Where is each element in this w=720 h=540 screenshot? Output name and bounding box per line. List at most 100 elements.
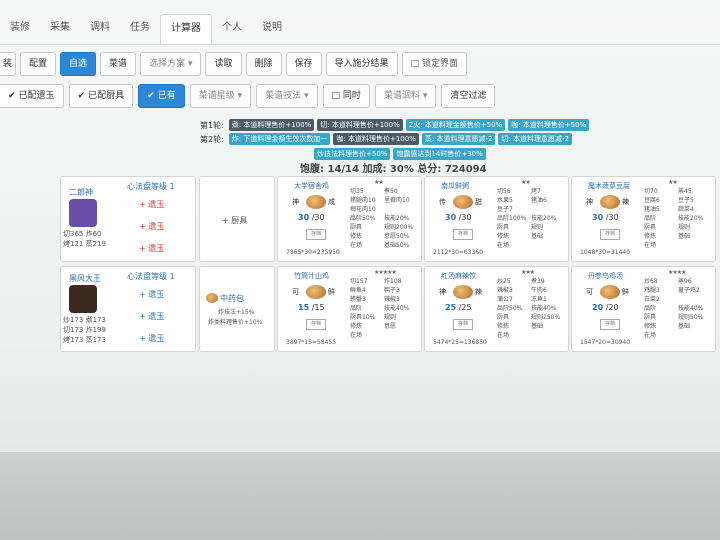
rule-chip: 咖: 本道料理售价+50% [508, 119, 590, 131]
technique-select[interactable]: 菜谱技法 ▾ [256, 84, 318, 108]
dish-details-left: 炒68 鸡腿3 白菜2 品阶 厨具 修炼 在场 [644, 278, 660, 339]
dish-quantity[interactable]: 30 /30 [445, 213, 472, 222]
monitor-bezel [0, 452, 720, 540]
star-select-label: 菜谱星级 [198, 91, 235, 101]
dish-stars: ★★ [374, 179, 384, 186]
rule-chip: 咖: 本道料理售价+100% [333, 133, 419, 145]
flavor-label: 传 [439, 198, 446, 206]
add-jade-button[interactable]: + 遗玉 [139, 221, 164, 232]
dish-quantity[interactable]: 30 /30 [592, 213, 619, 222]
save-dish-box[interactable]: 存档 [306, 229, 326, 240]
simultaneous-button[interactable]: □ 同时 [322, 84, 370, 108]
save-dish-box[interactable]: 存档 [306, 319, 326, 330]
dish-icon [306, 285, 326, 299]
dish-stars: ★★★★★ [374, 269, 397, 276]
dish-card[interactable]: 丹参乌鸡汤 ★★★★ 可 鲜 20 /20 存档 1547*20=30940 炒… [571, 266, 716, 352]
qty-max: /15 [311, 303, 325, 312]
clear-filter-button[interactable]: 清空过滤 [441, 84, 496, 108]
dish-name: 南瓜鲜粥 [441, 182, 469, 190]
config-button[interactable]: 配置 [20, 52, 57, 76]
add-jade-button[interactable]: + 遗玉 [139, 333, 164, 344]
stat-line: 切173 炸199 [63, 326, 106, 334]
dish-details-left: 切35 猪腿肉10 梅花肉10 品阶50% 厨具 修炼 在场 [350, 188, 376, 249]
lock-ui-button[interactable]: □ 锁定界面 [401, 52, 467, 76]
dish-quantity[interactable]: 25 /25 [445, 303, 472, 312]
filter-owned-button[interactable]: ✔ 已有 [138, 84, 185, 108]
round-1: 第1轮: 煮: 本道料理售价+100% 切: 本道料理售价+100% 2火: 本… [200, 119, 590, 131]
dish-details-left: 切56 水果5 豆子7 品阶100% 厨具 修炼 在场 [497, 188, 527, 249]
dish-quantity[interactable]: 15 /15 [298, 303, 325, 312]
seasoning-select[interactable]: 菜谱调料 ▾ [374, 84, 437, 108]
dish-details-left: 炒25 辣椒3 蒲公7 品阶50% 厨具 修炼 在场 [497, 278, 523, 339]
seasoning-select-label: 菜谱调料 [383, 91, 420, 101]
dish-quantity[interactable]: 20 /20 [592, 303, 619, 312]
dish-card[interactable]: 魔术蔬菜豆腐 ★★ 神 辣 30 /30 存档 1048*30=31440 切7… [571, 176, 716, 262]
dish-total: 5474*25=136850 [433, 339, 487, 346]
round-label: 第2轮: [200, 134, 224, 144]
add-jade-button[interactable]: + 遗玉 [139, 289, 164, 300]
equip-name: 中药包 [220, 294, 244, 303]
dish-stars: ★★★ [521, 269, 535, 276]
dish-total: 2112*30=63360 [433, 249, 484, 256]
save-dish-box[interactable]: 存档 [453, 319, 473, 330]
chef-card[interactable]: 黑风大王 炒173 煮173 切173 炸199 烤173 蒸173 心法盘等级… [60, 266, 196, 352]
save-dish-box[interactable]: 存档 [600, 229, 620, 240]
dish-quantity[interactable]: 30 /30 [298, 213, 325, 222]
toolbar-filters: ✔ 已配遗玉 ✔ 已配厨具 ✔ 已有 菜谱星级 ▾ 菜谱技法 ▾ □ 同时 菜谱调料 … [0, 84, 496, 108]
tab-tasks[interactable]: 任务 [120, 14, 160, 44]
dish-card[interactable]: 南瓜鲜粥 ★★ 传 甜 30 /30 存档 2112*30=63360 切56 … [424, 176, 569, 262]
dish-card[interactable]: 竹筒汁山鸡 ★★★★★ 可 鲜 15 /15 存档 3897*15=58455 … [277, 266, 422, 352]
add-jade-button[interactable]: + 遗玉 [139, 243, 164, 254]
qty-max: /30 [605, 213, 619, 222]
qty-value: 25 [445, 303, 457, 312]
import-button[interactable]: 导入施分结果 [325, 52, 398, 76]
load-button[interactable]: 读取 [205, 52, 242, 76]
stat-line: 烤121 蒸219 [63, 240, 106, 248]
skill-level: 心法盘等级 1 [127, 272, 175, 281]
chef-card[interactable]: 二郎神 切365 炸60 烤121 蒸219 心法盘等级 1 + 遗玉 + 遗玉… [60, 176, 196, 262]
add-jade-button[interactable]: + 遗玉 [139, 199, 164, 210]
rule-chip: 煮: 本道料理售价+100% [228, 119, 315, 131]
dish-card[interactable]: 大学宿舍鸡 ★★ 神 咸 30 /30 存档 7865*30=235950 切3… [277, 176, 422, 262]
recipe-button[interactable]: 菜谱 [100, 52, 137, 76]
equip-card[interactable]: 中药包 炸技法+15% 炸类料理售价+10% [199, 266, 275, 352]
stat-line: 炒173 煮173 [63, 316, 106, 324]
tab-seasoning[interactable]: 调料 [80, 14, 120, 44]
checkbox-icon: □ [331, 91, 341, 101]
filter-jade-button[interactable]: ✔ 已配遗玉 [0, 84, 64, 108]
save-dish-box[interactable]: 存档 [453, 229, 473, 240]
save-button[interactable]: 保存 [285, 52, 322, 76]
dish-icon [453, 285, 473, 299]
qty-value: 20 [592, 303, 604, 312]
chevron-down-icon: ▾ [422, 91, 428, 101]
tab-gather[interactable]: 采集 [40, 14, 80, 44]
chevron-down-icon: ▾ [187, 59, 193, 69]
round-2: 第2轮: 炸: 下道料理金额生效次数加一 咖: 本道料理售价+100% 蒸: 本… [200, 133, 573, 145]
add-equip-button[interactable]: + 厨具 [222, 215, 247, 226]
custom-button[interactable]: 自选 [60, 52, 97, 76]
flavor-label: 神 [586, 198, 593, 206]
chevron-down-icon: ▾ [304, 91, 309, 101]
save-dish-box[interactable]: 存档 [600, 319, 620, 330]
filter-equip-button[interactable]: ✔ 已配厨具 [68, 84, 134, 108]
filter-jade-label: 已配遗玉 [18, 91, 55, 101]
tab-help[interactable]: 说明 [252, 14, 292, 44]
toolbar-main: 装 配置 自选 菜谱 选择方案 ▾ 读取 删除 保存 导入施分结果 □ 锁定界面 [0, 52, 467, 76]
stat-line: 烤173 蒸173 [63, 336, 106, 344]
dish-details-left: 切70 豆腐6 猪油5 品阶 厨具 修炼 在场 [644, 188, 660, 249]
dish-name: 红汤麻辣饺 [441, 272, 476, 280]
delete-button[interactable]: 删除 [245, 52, 282, 76]
lock-ui-label: 锁定界面 [421, 59, 458, 69]
tab-personal[interactable]: 个人 [212, 14, 252, 44]
tab-decor[interactable]: 装修 [0, 14, 40, 44]
dish-card[interactable]: 红汤麻辣饺 ★★★ 神 辣 25 /25 存档 5474*25=136850 炒… [424, 266, 569, 352]
star-select[interactable]: 菜谱星级 ▾ [189, 84, 252, 108]
equip-card[interactable]: + 厨具 [199, 176, 275, 262]
add-jade-button[interactable]: + 遗玉 [139, 311, 164, 322]
tab-calculator[interactable]: 计算器 [160, 14, 212, 44]
plan-select[interactable]: 选择方案 ▾ [140, 52, 202, 76]
flavor-label: 鲜 [622, 288, 629, 296]
dish-details-right: 煮39 牛肉6 冻鱼1 技能40% 规则250% 基础 [531, 278, 561, 330]
qty-max: /20 [605, 303, 619, 312]
cut-button[interactable]: 装 [0, 52, 17, 76]
